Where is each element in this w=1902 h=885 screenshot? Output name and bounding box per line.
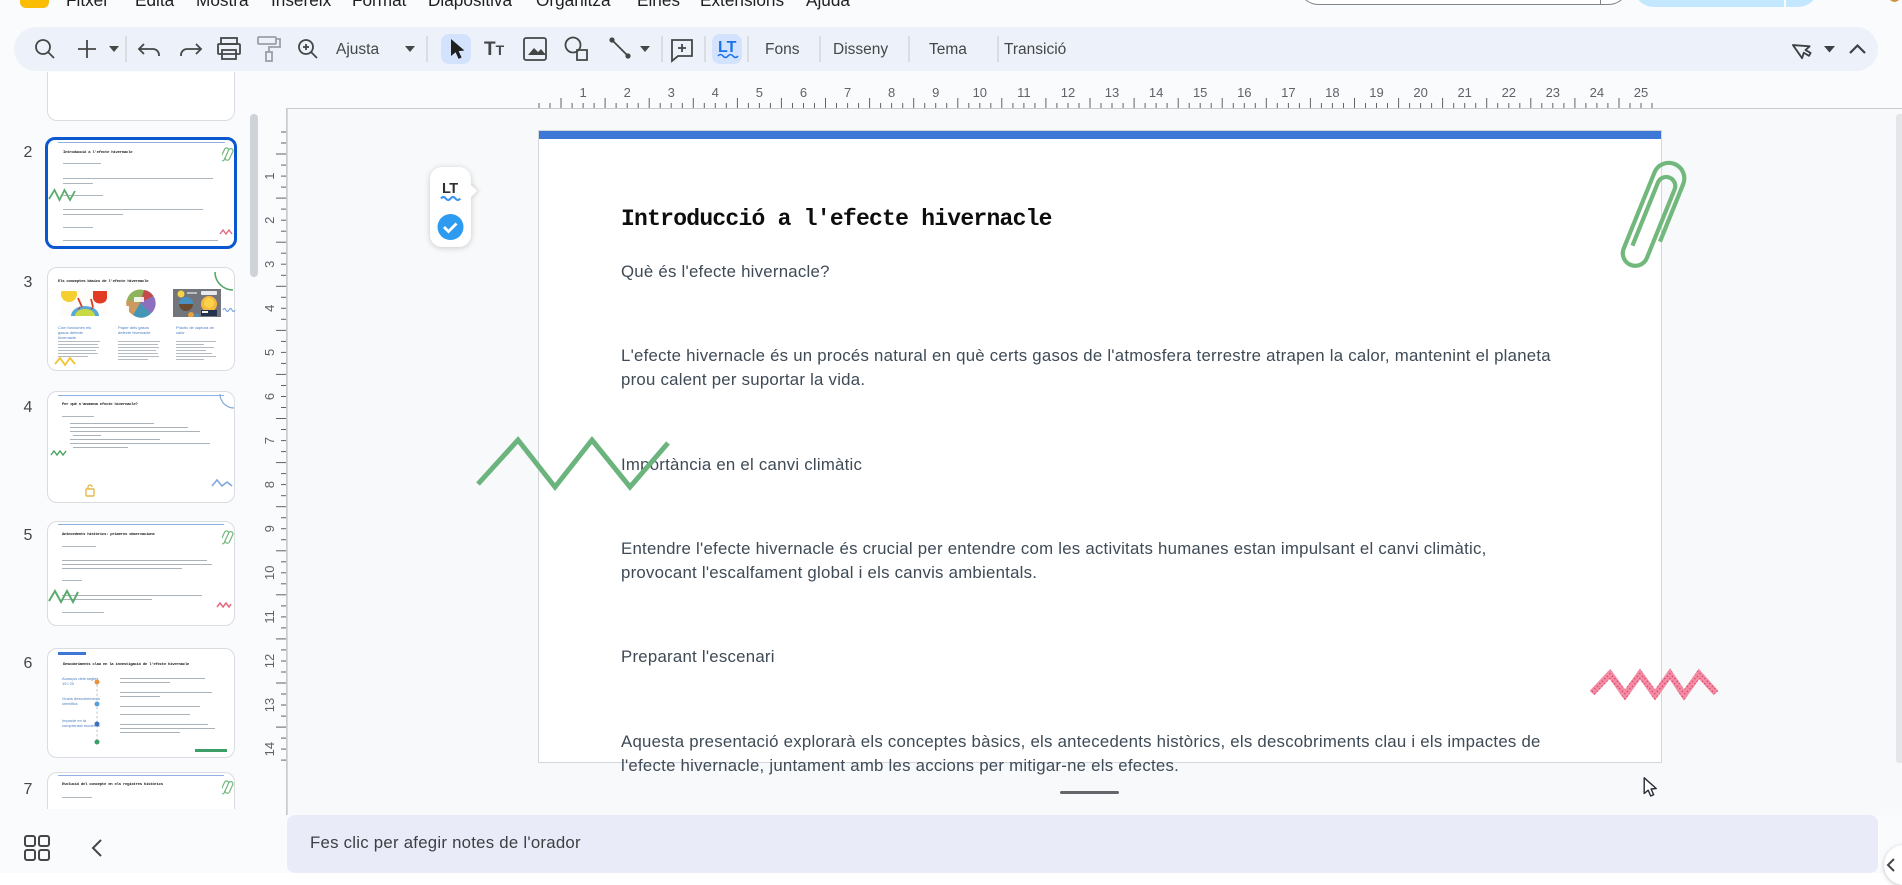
svg-text:25: 25 xyxy=(1634,86,1648,100)
svg-text:5: 5 xyxy=(756,86,763,100)
svg-text:21: 21 xyxy=(1457,86,1471,100)
svg-text:1: 1 xyxy=(579,86,586,100)
svg-text:11: 11 xyxy=(263,610,277,624)
svg-text:TT: TT xyxy=(484,39,505,60)
svg-text:14: 14 xyxy=(263,742,277,756)
svg-text:18: 18 xyxy=(1325,86,1339,100)
svg-text:7: 7 xyxy=(844,86,851,100)
svg-text:19: 19 xyxy=(1369,86,1383,100)
svg-text:2: 2 xyxy=(624,86,631,100)
svg-text:13: 13 xyxy=(263,698,277,712)
svg-text:LT: LT xyxy=(718,39,737,56)
svg-text:16: 16 xyxy=(1237,86,1251,100)
svg-text:3: 3 xyxy=(263,261,277,268)
svg-text:13: 13 xyxy=(1105,86,1119,100)
svg-text:4: 4 xyxy=(712,86,719,100)
svg-text:6: 6 xyxy=(800,86,807,100)
svg-text:17: 17 xyxy=(1281,86,1295,100)
svg-text:Tema: Tema xyxy=(929,41,967,58)
svg-text:2: 2 xyxy=(263,217,277,224)
svg-text:9: 9 xyxy=(263,525,277,532)
svg-text:8: 8 xyxy=(888,86,895,100)
svg-text:LT: LT xyxy=(442,181,458,197)
svg-text:20: 20 xyxy=(1413,86,1427,100)
svg-text:Ajusta: Ajusta xyxy=(336,41,379,58)
svg-text:10: 10 xyxy=(263,566,277,580)
svg-text:Fons: Fons xyxy=(765,41,800,58)
svg-text:23: 23 xyxy=(1546,86,1560,100)
svg-text:12: 12 xyxy=(1061,86,1075,100)
svg-text:6: 6 xyxy=(263,393,277,400)
svg-text:4: 4 xyxy=(263,305,277,312)
svg-text:7: 7 xyxy=(263,437,277,444)
svg-text:24: 24 xyxy=(1590,86,1604,100)
svg-text:Disseny: Disseny xyxy=(833,41,888,58)
svg-text:11: 11 xyxy=(1017,86,1031,100)
svg-text:22: 22 xyxy=(1502,86,1516,100)
svg-text:14: 14 xyxy=(1149,86,1163,100)
svg-text:5: 5 xyxy=(263,349,277,356)
svg-text:8: 8 xyxy=(263,481,277,488)
svg-text:Transició: Transició xyxy=(1004,41,1066,58)
svg-text:12: 12 xyxy=(263,654,277,668)
svg-text:3: 3 xyxy=(668,86,675,100)
svg-text:10: 10 xyxy=(973,86,987,100)
svg-text:9: 9 xyxy=(932,86,939,100)
svg-text:15: 15 xyxy=(1193,86,1207,100)
svg-text:1: 1 xyxy=(263,172,277,179)
